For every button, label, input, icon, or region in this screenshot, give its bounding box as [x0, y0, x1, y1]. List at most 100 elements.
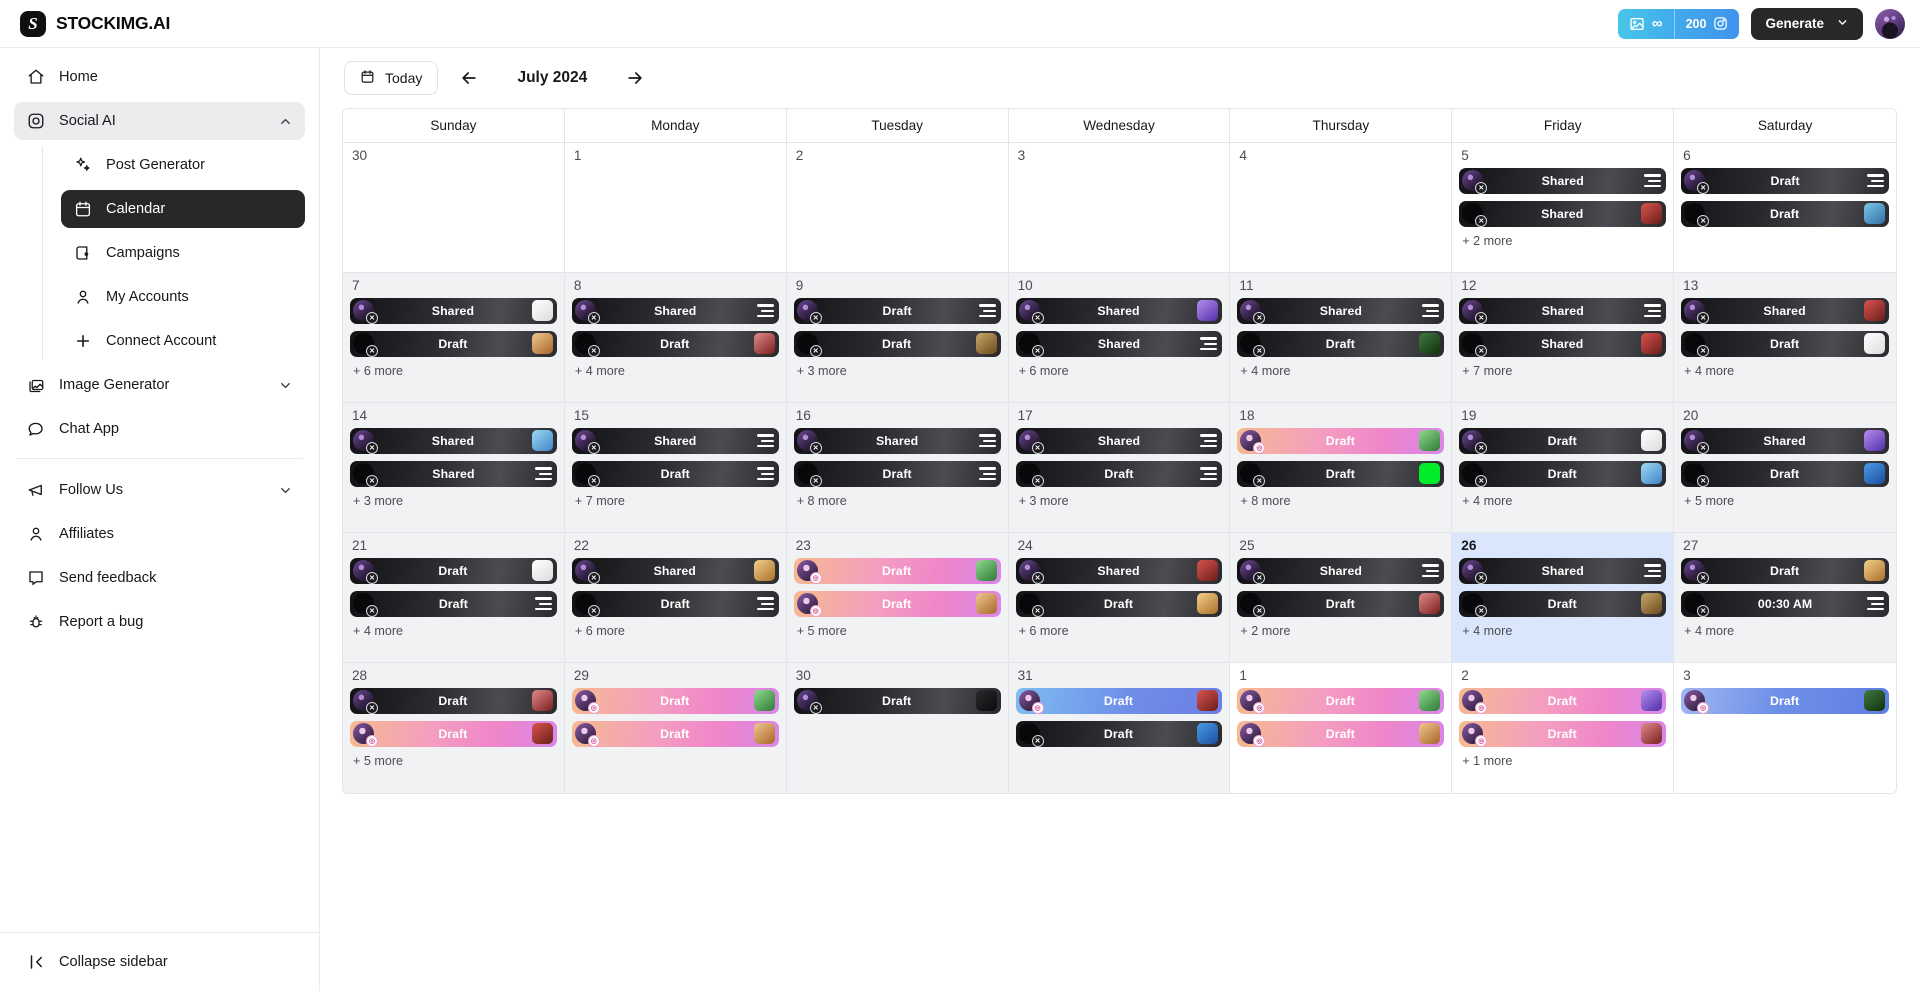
- more-events-link[interactable]: + 4 more: [1459, 624, 1666, 638]
- calendar-event[interactable]: ◎ Draft: [1459, 687, 1667, 714]
- sidebar-item-social-ai[interactable]: Social AI: [14, 102, 305, 140]
- calendar-event[interactable]: ✕ Draft: [793, 330, 1001, 357]
- calendar-day-cell[interactable]: 27 ✕ Draft ✕ 00:30 AM + 4 more: [1674, 533, 1896, 663]
- calendar-event[interactable]: ✕ Shared: [1459, 167, 1667, 194]
- sidebar-item-my-accounts[interactable]: My Accounts: [61, 278, 305, 316]
- more-events-link[interactable]: + 3 more: [794, 364, 1001, 378]
- sidebar-item-affiliates[interactable]: Affiliates: [14, 515, 305, 553]
- calendar-event[interactable]: ✕ Shared: [1237, 557, 1445, 584]
- more-events-link[interactable]: + 5 more: [1681, 494, 1889, 508]
- more-events-link[interactable]: + 5 more: [350, 754, 557, 768]
- calendar-event[interactable]: ✕ Shared: [1459, 557, 1667, 584]
- calendar-event[interactable]: ✕ Shared: [571, 297, 779, 324]
- calendar-event[interactable]: ✕ Shared: [1015, 330, 1223, 357]
- today-button[interactable]: Today: [344, 61, 439, 95]
- social-credits[interactable]: 200: [1673, 8, 1740, 39]
- more-events-link[interactable]: + 6 more: [1016, 624, 1223, 638]
- calendar-event[interactable]: ✕ Shared: [1681, 297, 1889, 324]
- calendar-event[interactable]: ✕ Draft: [1459, 590, 1667, 617]
- calendar-event[interactable]: ◎ Draft: [1237, 687, 1445, 714]
- calendar-day-cell[interactable]: 8 ✕ Shared ✕ Draft + 4 more: [564, 273, 787, 403]
- collapse-sidebar-button[interactable]: Collapse sidebar: [14, 943, 305, 981]
- calendar-event[interactable]: ✕ Shared: [1459, 297, 1667, 324]
- calendar-day-cell[interactable]: 30: [343, 143, 565, 273]
- calendar-event[interactable]: ◎ Draft: [1015, 687, 1223, 714]
- calendar-event[interactable]: ✕ Draft: [1459, 460, 1667, 487]
- more-events-link[interactable]: + 7 more: [572, 494, 779, 508]
- calendar-day-cell[interactable]: 17 ✕ Shared ✕ Draft + 3 more: [1008, 403, 1231, 533]
- calendar-day-cell[interactable]: 4: [1230, 143, 1453, 273]
- calendar-event[interactable]: ◎ Draft: [1237, 720, 1445, 747]
- calendar-event[interactable]: ◎ Draft: [1459, 720, 1667, 747]
- more-events-link[interactable]: + 1 more: [1459, 754, 1666, 768]
- calendar-event[interactable]: ✕ Shared: [1015, 557, 1223, 584]
- calendar-event[interactable]: ✕ Draft: [1015, 590, 1223, 617]
- calendar-event[interactable]: ✕ Shared: [571, 557, 779, 584]
- calendar-day-cell[interactable]: 2 ◎ Draft ◎ Draft + 1 more: [1452, 663, 1675, 793]
- calendar-event[interactable]: ✕ Draft: [793, 297, 1001, 324]
- calendar-day-cell[interactable]: 3: [1008, 143, 1231, 273]
- calendar-event[interactable]: ✕ Draft: [571, 330, 779, 357]
- calendar-event[interactable]: ✕ Draft: [350, 557, 557, 584]
- calendar-day-cell[interactable]: 21 ✕ Draft ✕ Draft + 4 more: [343, 533, 565, 663]
- calendar-event[interactable]: ✕ 00:30 AM: [1681, 590, 1889, 617]
- more-events-link[interactable]: + 8 more: [1237, 494, 1444, 508]
- calendar-day-cell[interactable]: 18 ◎ Draft ✕ Draft + 8 more: [1230, 403, 1453, 533]
- sidebar-item-report-a-bug[interactable]: Report a bug: [14, 603, 305, 641]
- calendar-event[interactable]: ✕ Shared: [793, 427, 1001, 454]
- previous-month-button[interactable]: [456, 65, 482, 91]
- more-events-link[interactable]: + 7 more: [1459, 364, 1666, 378]
- calendar-day-cell[interactable]: 2: [786, 143, 1009, 273]
- more-events-link[interactable]: + 3 more: [350, 494, 557, 508]
- calendar-day-cell[interactable]: 23 ◎ Draft ◎ Draft + 5 more: [786, 533, 1009, 663]
- user-avatar[interactable]: [1875, 8, 1905, 39]
- calendar-event[interactable]: ✕ Shared: [571, 427, 779, 454]
- more-events-link[interactable]: + 8 more: [794, 494, 1001, 508]
- calendar-day-cell[interactable]: 6 ✕ Draft ✕ Draft: [1674, 143, 1896, 273]
- more-events-link[interactable]: + 3 more: [1016, 494, 1223, 508]
- calendar-event[interactable]: ✕ Draft: [1015, 720, 1223, 747]
- sidebar-item-connect-account[interactable]: Connect Account: [61, 322, 305, 360]
- calendar-event[interactable]: ✕ Draft: [1237, 330, 1445, 357]
- brand-logo[interactable]: S STOCKIMG.AI: [14, 10, 170, 37]
- calendar-event[interactable]: ✕ Draft: [1015, 460, 1223, 487]
- calendar-event[interactable]: ✕ Draft: [350, 590, 557, 617]
- calendar-event[interactable]: ◎ Draft: [350, 720, 557, 747]
- calendar-day-cell[interactable]: 29 ◎ Draft ◎ Draft: [564, 663, 787, 793]
- more-events-link[interactable]: + 2 more: [1459, 234, 1666, 248]
- calendar-event[interactable]: ✕ Shared: [350, 427, 557, 454]
- calendar-event[interactable]: ✕ Shared: [1459, 200, 1667, 227]
- calendar-event[interactable]: ✕ Draft: [1681, 557, 1889, 584]
- sidebar-item-follow-us[interactable]: Follow Us: [14, 471, 305, 509]
- calendar-event[interactable]: ◎ Draft: [1681, 687, 1889, 714]
- calendar-day-cell[interactable]: 5 ✕ Shared ✕ Shared + 2 more: [1452, 143, 1675, 273]
- sidebar-item-post-generator[interactable]: Post Generator: [61, 146, 305, 184]
- calendar-event[interactable]: ◎ Draft: [793, 590, 1001, 617]
- sidebar-item-campaigns[interactable]: Campaigns: [61, 234, 305, 272]
- calendar-event[interactable]: ✕ Shared: [1015, 297, 1223, 324]
- calendar-day-cell[interactable]: 14 ✕ Shared ✕ Shared + 3 more: [343, 403, 565, 533]
- more-events-link[interactable]: + 6 more: [350, 364, 557, 378]
- calendar-event[interactable]: ✕ Shared: [350, 460, 557, 487]
- generate-button[interactable]: Generate: [1751, 7, 1863, 40]
- calendar-day-cell[interactable]: 11 ✕ Shared ✕ Draft + 4 more: [1230, 273, 1453, 403]
- calendar-day-cell[interactable]: 20 ✕ Shared ✕ Draft + 5 more: [1674, 403, 1896, 533]
- calendar-event[interactable]: ✕ Draft: [1237, 590, 1445, 617]
- calendar-day-cell[interactable]: 7 ✕ Shared ✕ Draft + 6 more: [343, 273, 565, 403]
- more-events-link[interactable]: + 6 more: [1016, 364, 1223, 378]
- calendar-event[interactable]: ✕ Draft: [1681, 200, 1889, 227]
- calendar-event[interactable]: ✕ Draft: [350, 687, 557, 714]
- sidebar-item-chat-app[interactable]: Chat App: [14, 410, 305, 448]
- next-month-button[interactable]: [622, 65, 648, 91]
- calendar-event[interactable]: ✕ Shared: [1459, 330, 1667, 357]
- calendar-event[interactable]: ✕ Draft: [571, 460, 779, 487]
- more-events-link[interactable]: + 4 more: [1681, 364, 1889, 378]
- calendar-event[interactable]: ✕ Shared: [1237, 297, 1445, 324]
- calendar-event[interactable]: ✕ Draft: [571, 590, 779, 617]
- more-events-link[interactable]: + 4 more: [1681, 624, 1889, 638]
- calendar-event[interactable]: ◎ Draft: [571, 720, 779, 747]
- calendar-day-cell[interactable]: 10 ✕ Shared ✕ Shared + 6 more: [1008, 273, 1231, 403]
- more-events-link[interactable]: + 2 more: [1237, 624, 1444, 638]
- calendar-event[interactable]: ✕ Shared: [1681, 427, 1889, 454]
- sidebar-item-calendar[interactable]: Calendar: [61, 190, 305, 228]
